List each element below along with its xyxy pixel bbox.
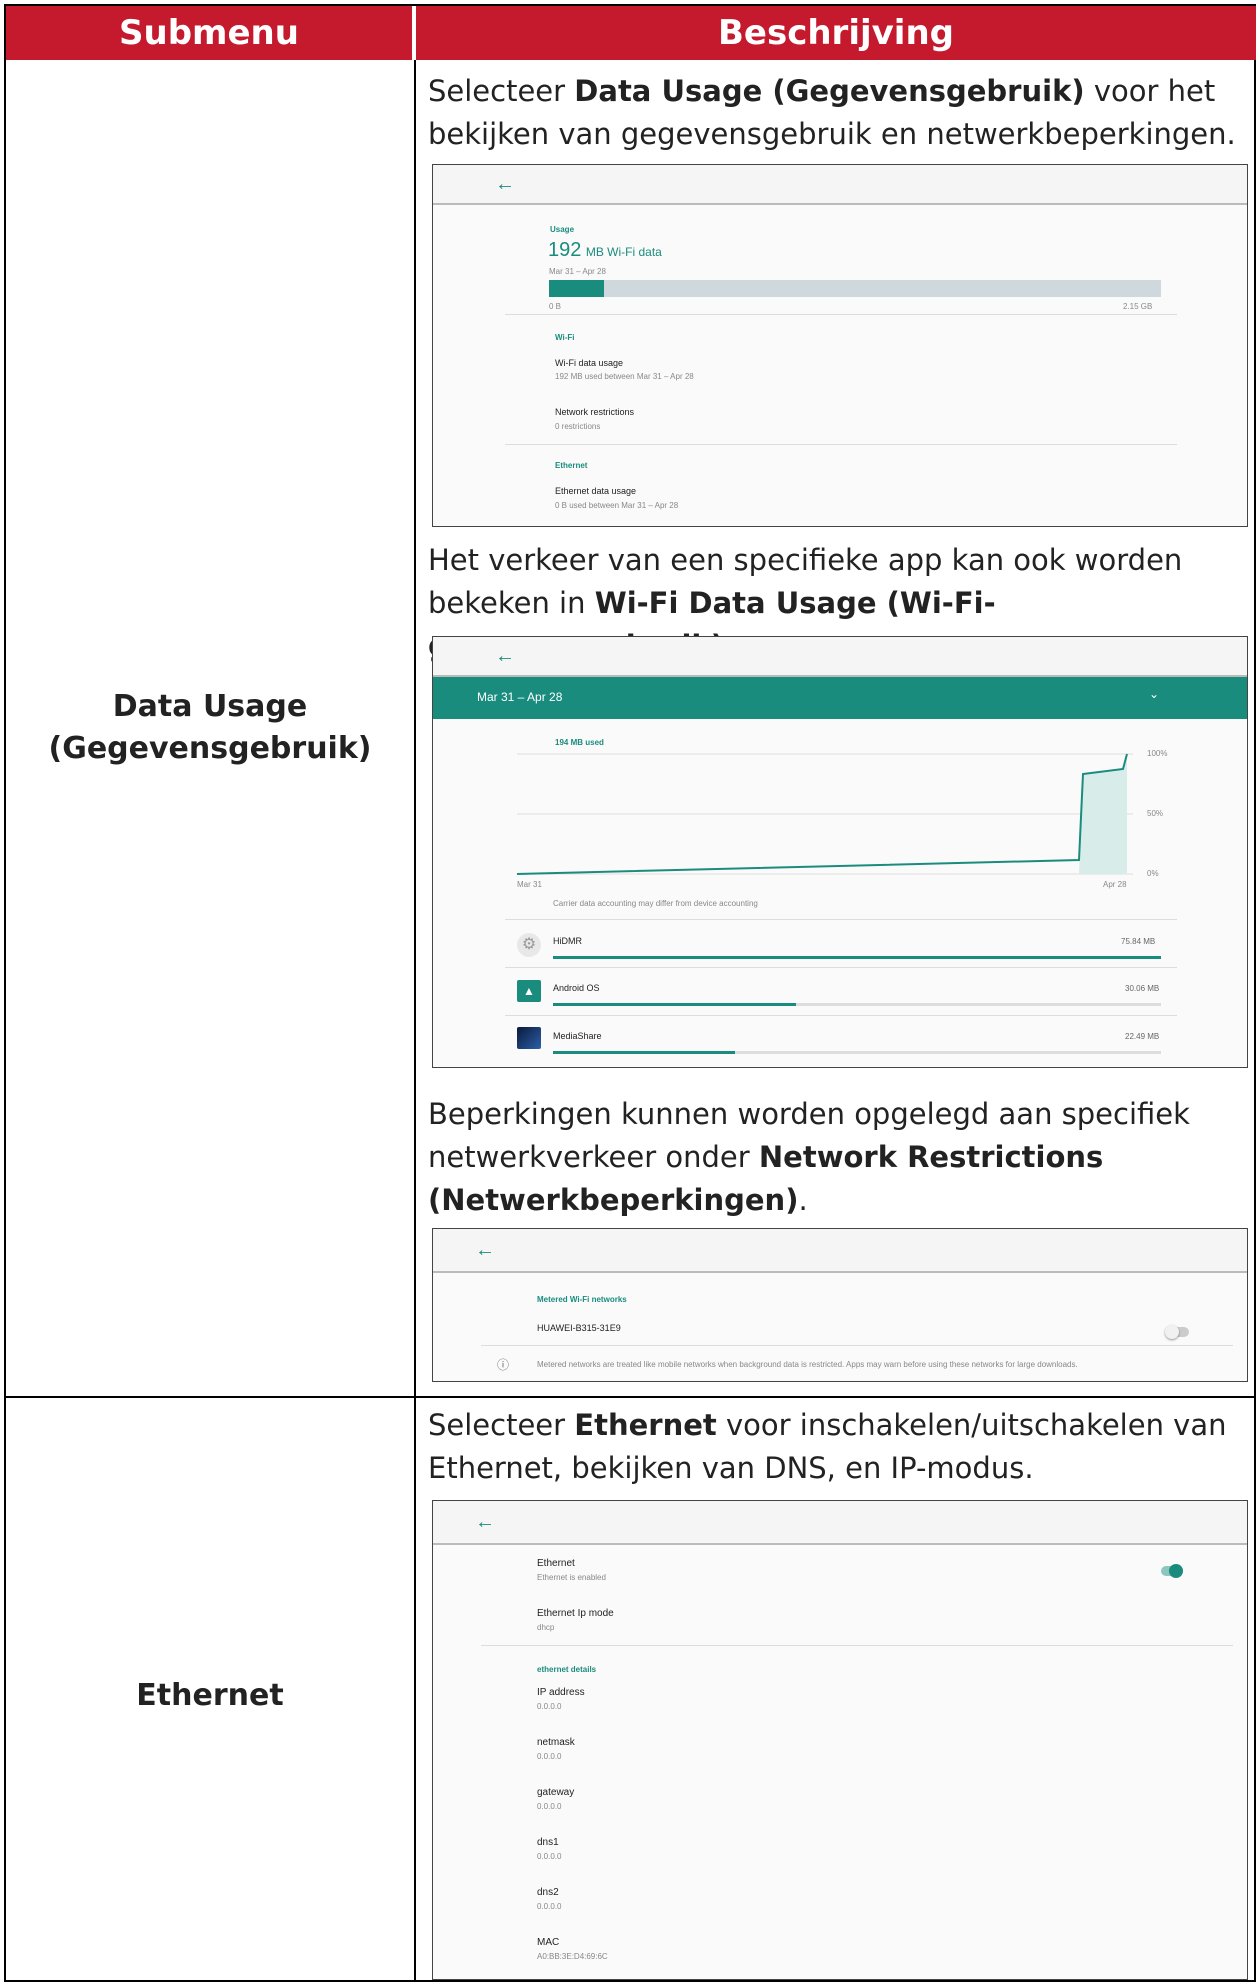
divider <box>505 314 1177 315</box>
ipmode-title[interactable]: Ethernet Ip mode <box>537 1608 614 1619</box>
app-size: 30.06 MB <box>1125 984 1160 993</box>
screenshot-data-usage: ← Usage 192 MB Wi-Fi data Mar 31 – Apr 2… <box>432 164 1248 527</box>
screenshot-network-restrictions: ← Metered Wi-Fi networks HUAWEI-B315-31E… <box>432 1228 1248 1382</box>
toolbar <box>433 1229 1247 1273</box>
header-submenu: Submenu <box>6 6 414 60</box>
divider <box>481 1345 1233 1346</box>
app-size: 75.84 MB <box>1121 937 1156 946</box>
metered-info: Metered networks are treated like mobile… <box>537 1360 1078 1369</box>
app-name[interactable]: Android OS <box>553 983 600 993</box>
row-label-line1: Data Usage <box>112 689 308 724</box>
toggle-thumb <box>1165 1325 1179 1339</box>
app-size: 22.49 MB <box>1125 1032 1160 1041</box>
wifi-usage-title[interactable]: Wi-Fi data usage <box>555 358 623 368</box>
detail-label: dns2 <box>537 1887 559 1898</box>
toggle-thumb <box>1169 1564 1183 1578</box>
details-header: ethernet details <box>537 1665 597 1674</box>
ethernet-usage-title[interactable]: Ethernet data usage <box>555 486 636 496</box>
usage-unit: MB Wi-Fi data <box>585 245 662 259</box>
bar-min: 0 B <box>549 302 562 311</box>
detail-value: 0.0.0.0 <box>537 1802 562 1811</box>
mediashare-icon <box>517 1027 541 1049</box>
usage-number: 192 <box>548 239 582 261</box>
app-name[interactable]: HiDMR <box>553 936 582 946</box>
divider <box>505 1015 1177 1016</box>
row-label-line2: (Gegevensgebruik) <box>48 731 372 766</box>
header-description: Beschrijving <box>416 6 1256 60</box>
ethernet-header: Ethernet <box>555 461 588 470</box>
row-divider <box>6 1396 1256 1398</box>
divider <box>505 444 1177 445</box>
y-tick-100: 100% <box>1147 749 1168 758</box>
ethernet-usage-sub: 0 B used between Mar 31 – Apr 28 <box>555 501 679 510</box>
para-bold: Ethernet <box>574 1408 717 1442</box>
detail-label: IP address <box>537 1687 585 1698</box>
row-label-ethernet: Ethernet <box>136 1678 284 1713</box>
app-bar <box>553 1051 1161 1054</box>
paragraph-network-restrictions: Beperkingen kunnen worden opgelegd aan s… <box>428 1093 1248 1222</box>
para-bold: Data Usage (Gegevensgebruik) <box>574 74 1085 108</box>
para-text: Selecteer <box>428 74 575 108</box>
detail-value: 0.0.0.0 <box>537 1702 562 1711</box>
toolbar <box>433 1501 1247 1545</box>
row-label-data-usage: Data Usage (Gegevensgebruik) <box>6 686 414 770</box>
submenu-table: Submenu Beschrijving Data Usage (Gegeven… <box>4 4 1256 1982</box>
y-tick-0: 0% <box>1147 869 1159 878</box>
detail-label: MAC <box>537 1937 560 1948</box>
app-bar <box>553 1003 1161 1006</box>
back-arrow-icon[interactable]: ← <box>495 173 515 196</box>
ethernet-sub: Ethernet is enabled <box>537 1573 606 1582</box>
divider <box>505 919 1177 920</box>
accounting-note: Carrier data accounting may differ from … <box>553 899 758 908</box>
column-divider <box>414 60 416 1982</box>
ethernet-title[interactable]: Ethernet <box>537 1558 575 1569</box>
para-text: . <box>798 1183 808 1217</box>
detail-label: dns1 <box>537 1837 559 1848</box>
usage-bar <box>549 280 1161 297</box>
detail-value: A0:BB:3E:D4:69:6C <box>537 1952 608 1961</box>
divider <box>481 1645 1233 1646</box>
metered-section-header: Metered Wi-Fi networks <box>537 1295 627 1304</box>
detail-label: gateway <box>537 1787 575 1798</box>
app-name[interactable]: MediaShare <box>553 1031 602 1041</box>
usage-label: Usage <box>550 225 575 234</box>
x-start: Mar 31 <box>517 880 542 889</box>
screenshot-wifi-usage: ← Mar 31 – Apr 28 ⌄ 194 MB used 100% 50%… <box>432 636 1248 1068</box>
usage-bar-fill <box>549 280 605 297</box>
back-arrow-icon[interactable]: ← <box>475 1511 495 1534</box>
y-tick-50: 50% <box>1147 809 1164 818</box>
toolbar <box>433 165 1247 205</box>
ipmode-sub: dhcp <box>537 1623 555 1632</box>
app-bar-fill <box>553 1051 736 1054</box>
paragraph-ethernet: Selecteer Ethernet voor inschakelen/uits… <box>428 1404 1248 1490</box>
app-bar-fill <box>553 1003 797 1006</box>
android-icon: ▲ <box>517 980 541 1002</box>
x-end: Apr 28 <box>1103 880 1127 889</box>
bar-max: 2.15 GB <box>1123 302 1153 311</box>
back-arrow-icon[interactable]: ← <box>475 1239 495 1262</box>
wifi-header: Wi-Fi <box>555 333 575 342</box>
app-bar <box>553 956 1161 959</box>
para-text: Selecteer <box>428 1408 575 1442</box>
app-bar-fill <box>553 956 1161 959</box>
detail-value: 0.0.0.0 <box>537 1852 562 1861</box>
screenshot-ethernet: ← Ethernet Ethernet is enabled Ethernet … <box>432 1500 1248 1980</box>
restrictions-sub: 0 restrictions <box>555 422 601 431</box>
wifi-usage-sub: 192 MB used between Mar 31 – Apr 28 <box>555 372 694 381</box>
gear-icon: ⚙ <box>517 933 541 957</box>
detail-value: 0.0.0.0 <box>537 1902 562 1911</box>
divider <box>505 967 1177 968</box>
restrictions-title[interactable]: Network restrictions <box>555 407 634 417</box>
network-name[interactable]: HUAWEI-B315-31E9 <box>537 1323 621 1333</box>
usage-amount: 192 MB Wi-Fi data <box>548 239 662 262</box>
detail-value: 0.0.0.0 <box>537 1752 562 1761</box>
usage-period: Mar 31 – Apr 28 <box>549 267 606 276</box>
info-icon: ⓘ <box>497 1358 510 1372</box>
detail-label: netmask <box>537 1737 575 1748</box>
paragraph-data-usage: Selecteer Data Usage (Gegevensgebruik) v… <box>428 70 1248 156</box>
